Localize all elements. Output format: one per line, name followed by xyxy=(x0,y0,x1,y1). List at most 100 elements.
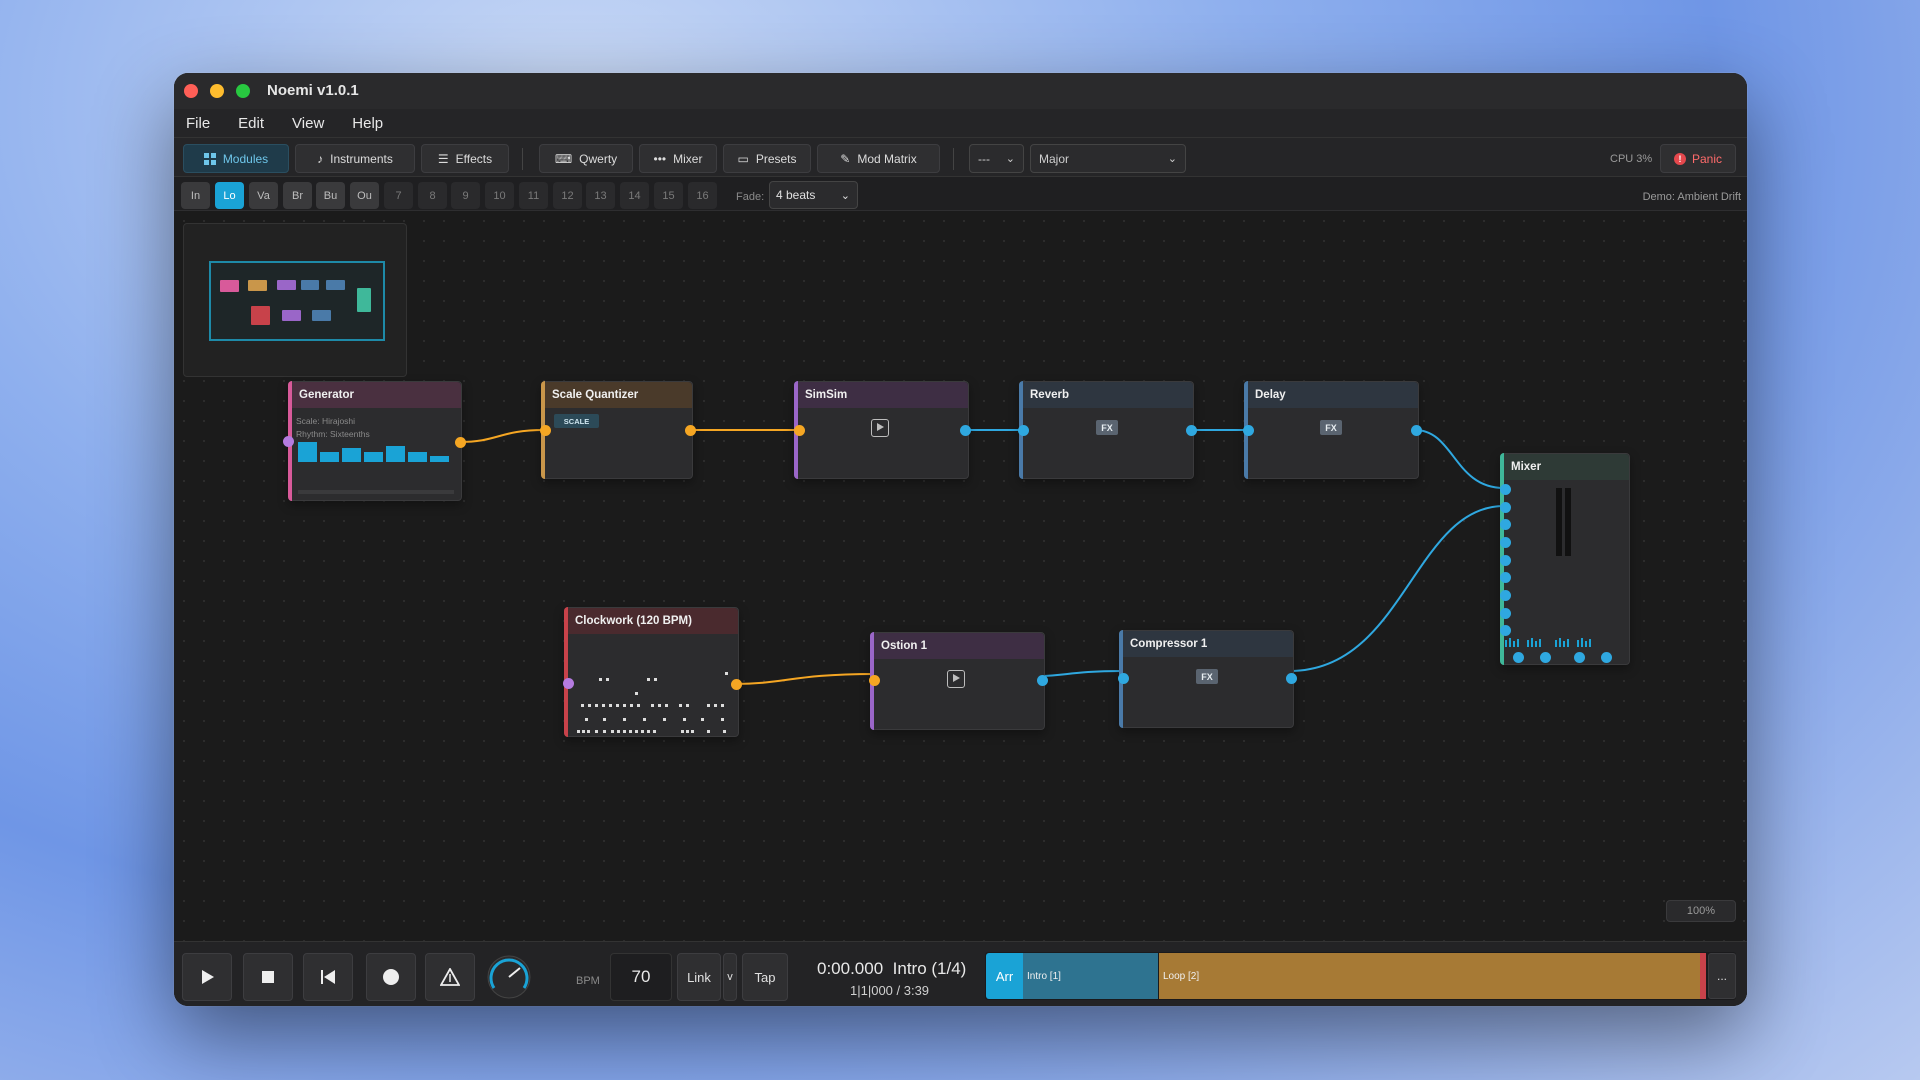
output-port[interactable] xyxy=(1601,652,1612,663)
fade-select[interactable]: 4 beats ⌄ xyxy=(769,181,858,209)
arrangement-more-button[interactable]: ... xyxy=(1708,953,1736,999)
record-button[interactable] xyxy=(366,953,416,1001)
clockwork-node[interactable]: Clockwork (120 BPM) xyxy=(563,607,742,737)
delay-node[interactable]: Delay FX xyxy=(1243,381,1422,479)
output-port[interactable] xyxy=(1186,425,1197,436)
input-port[interactable] xyxy=(1500,625,1511,636)
lane-button[interactable]: Lo xyxy=(215,182,244,209)
metronome-button[interactable] xyxy=(425,953,475,1001)
reverb-node[interactable]: Reverb FX xyxy=(1018,381,1197,479)
input-port[interactable] xyxy=(1500,572,1511,583)
cable[interactable] xyxy=(1414,429,1505,489)
tab-effects[interactable]: ☰ Effects xyxy=(421,144,509,173)
arrangement-segment-loop[interactable]: Loop [2] xyxy=(1159,953,1700,999)
master-volume-knob[interactable] xyxy=(486,954,532,1000)
lane-button[interactable]: 12 xyxy=(553,182,582,209)
input-port[interactable] xyxy=(540,425,551,436)
input-port[interactable] xyxy=(1243,425,1254,436)
lane-button[interactable]: In xyxy=(181,182,210,209)
scale-select[interactable]: Major ⌄ xyxy=(1030,144,1186,173)
arrangement-segment-intro[interactable]: Intro [1] xyxy=(1023,953,1158,999)
mixer-button[interactable]: ••• Mixer xyxy=(639,144,717,173)
output-port[interactable] xyxy=(455,437,466,448)
output-port[interactable] xyxy=(960,425,971,436)
zoom-window-button[interactable] xyxy=(236,84,250,98)
lane-button[interactable]: 9 xyxy=(451,182,480,209)
menu-view[interactable]: View xyxy=(292,115,324,132)
pencil-icon: ✎ xyxy=(840,151,851,166)
input-port[interactable] xyxy=(1018,425,1029,436)
lane-button[interactable]: 8 xyxy=(418,182,447,209)
zoom-level[interactable]: 100% xyxy=(1666,900,1736,922)
lane-button[interactable]: Bu xyxy=(316,182,345,209)
bpm-input[interactable]: 70 xyxy=(610,953,672,1001)
rewind-button[interactable] xyxy=(303,953,353,1001)
tap-tempo-button[interactable]: Tap xyxy=(742,953,788,1001)
input-port[interactable] xyxy=(1500,484,1511,495)
ostion-node[interactable]: Ostion 1 xyxy=(869,632,1048,730)
input-port[interactable] xyxy=(1500,555,1511,566)
output-port[interactable] xyxy=(1411,425,1422,436)
play-button[interactable] xyxy=(182,953,232,1001)
patch-canvas[interactable]: Generator Scale: Hirajoshi Rhythm: Sixte… xyxy=(174,211,1747,1006)
toolbar: Modules ♪ Instruments ☰ Effects ⌨ Qwerty… xyxy=(174,137,1747,177)
output-port[interactable] xyxy=(1540,652,1551,663)
input-port[interactable] xyxy=(283,436,294,447)
input-port[interactable] xyxy=(563,678,574,689)
output-port[interactable] xyxy=(1513,652,1524,663)
input-port[interactable] xyxy=(1500,590,1511,601)
mixer-node[interactable]: Mixer xyxy=(1500,453,1630,665)
menu-edit[interactable]: Edit xyxy=(238,115,264,132)
tab-instruments[interactable]: ♪ Instruments xyxy=(295,144,415,173)
simsim-node[interactable]: SimSim xyxy=(794,381,971,479)
lane-button[interactable]: 11 xyxy=(519,182,548,209)
input-port[interactable] xyxy=(1118,673,1129,684)
output-port[interactable] xyxy=(1286,673,1297,684)
mixer-fader[interactable] xyxy=(1565,488,1571,556)
lane-button[interactable]: 15 xyxy=(654,182,683,209)
link-button[interactable]: Link xyxy=(677,953,721,1001)
input-port[interactable] xyxy=(1500,608,1511,619)
play-icon[interactable] xyxy=(871,419,889,437)
output-port[interactable] xyxy=(731,679,742,690)
mixer-fader[interactable] xyxy=(1556,488,1562,556)
link-menu-button[interactable]: v xyxy=(723,953,737,1001)
play-icon[interactable] xyxy=(947,670,965,688)
input-port[interactable] xyxy=(1500,502,1511,513)
cable[interactable] xyxy=(458,429,545,443)
input-port[interactable] xyxy=(869,675,880,686)
lane-button[interactable]: 14 xyxy=(620,182,649,209)
lane-button[interactable]: Ou xyxy=(350,182,379,209)
arrangement-button[interactable]: Arr xyxy=(986,953,1023,999)
mod-matrix-button[interactable]: ✎ Mod Matrix xyxy=(817,144,940,173)
compressor-node[interactable]: Compressor 1 FX xyxy=(1118,630,1297,728)
lane-button[interactable]: 10 xyxy=(485,182,514,209)
output-port[interactable] xyxy=(1037,675,1048,686)
output-port[interactable] xyxy=(1574,652,1585,663)
cable[interactable] xyxy=(1289,505,1505,672)
cable[interactable] xyxy=(734,673,875,685)
close-window-button[interactable] xyxy=(184,84,198,98)
presets-button[interactable]: ▭ Presets xyxy=(723,144,811,173)
generator-node[interactable]: Generator Scale: Hirajoshi Rhythm: Sixte… xyxy=(283,381,466,501)
tab-modules[interactable]: Modules xyxy=(183,144,289,173)
lane-button[interactable]: 16 xyxy=(688,182,717,209)
lane-button[interactable]: Va xyxy=(249,182,278,209)
lane-button[interactable]: 7 xyxy=(384,182,413,209)
scale-quantizer-node[interactable]: Scale Quantizer SCALE xyxy=(540,381,696,479)
cable[interactable] xyxy=(1040,670,1123,677)
qwerty-button[interactable]: ⌨ Qwerty xyxy=(539,144,633,173)
minimize-window-button[interactable] xyxy=(210,84,224,98)
output-port[interactable] xyxy=(685,425,696,436)
input-port[interactable] xyxy=(1500,537,1511,548)
input-port[interactable] xyxy=(794,425,805,436)
panic-button[interactable]: ! Panic xyxy=(1660,144,1736,173)
menu-help[interactable]: Help xyxy=(352,115,383,132)
menu-file[interactable]: File xyxy=(186,115,210,132)
root-note-select[interactable]: --- ⌄ xyxy=(969,144,1024,173)
lane-button[interactable]: 13 xyxy=(586,182,615,209)
input-port[interactable] xyxy=(1500,519,1511,530)
lane-button[interactable]: Br xyxy=(283,182,312,209)
arrangement-end-marker[interactable] xyxy=(1700,953,1706,999)
stop-button[interactable] xyxy=(243,953,293,1001)
